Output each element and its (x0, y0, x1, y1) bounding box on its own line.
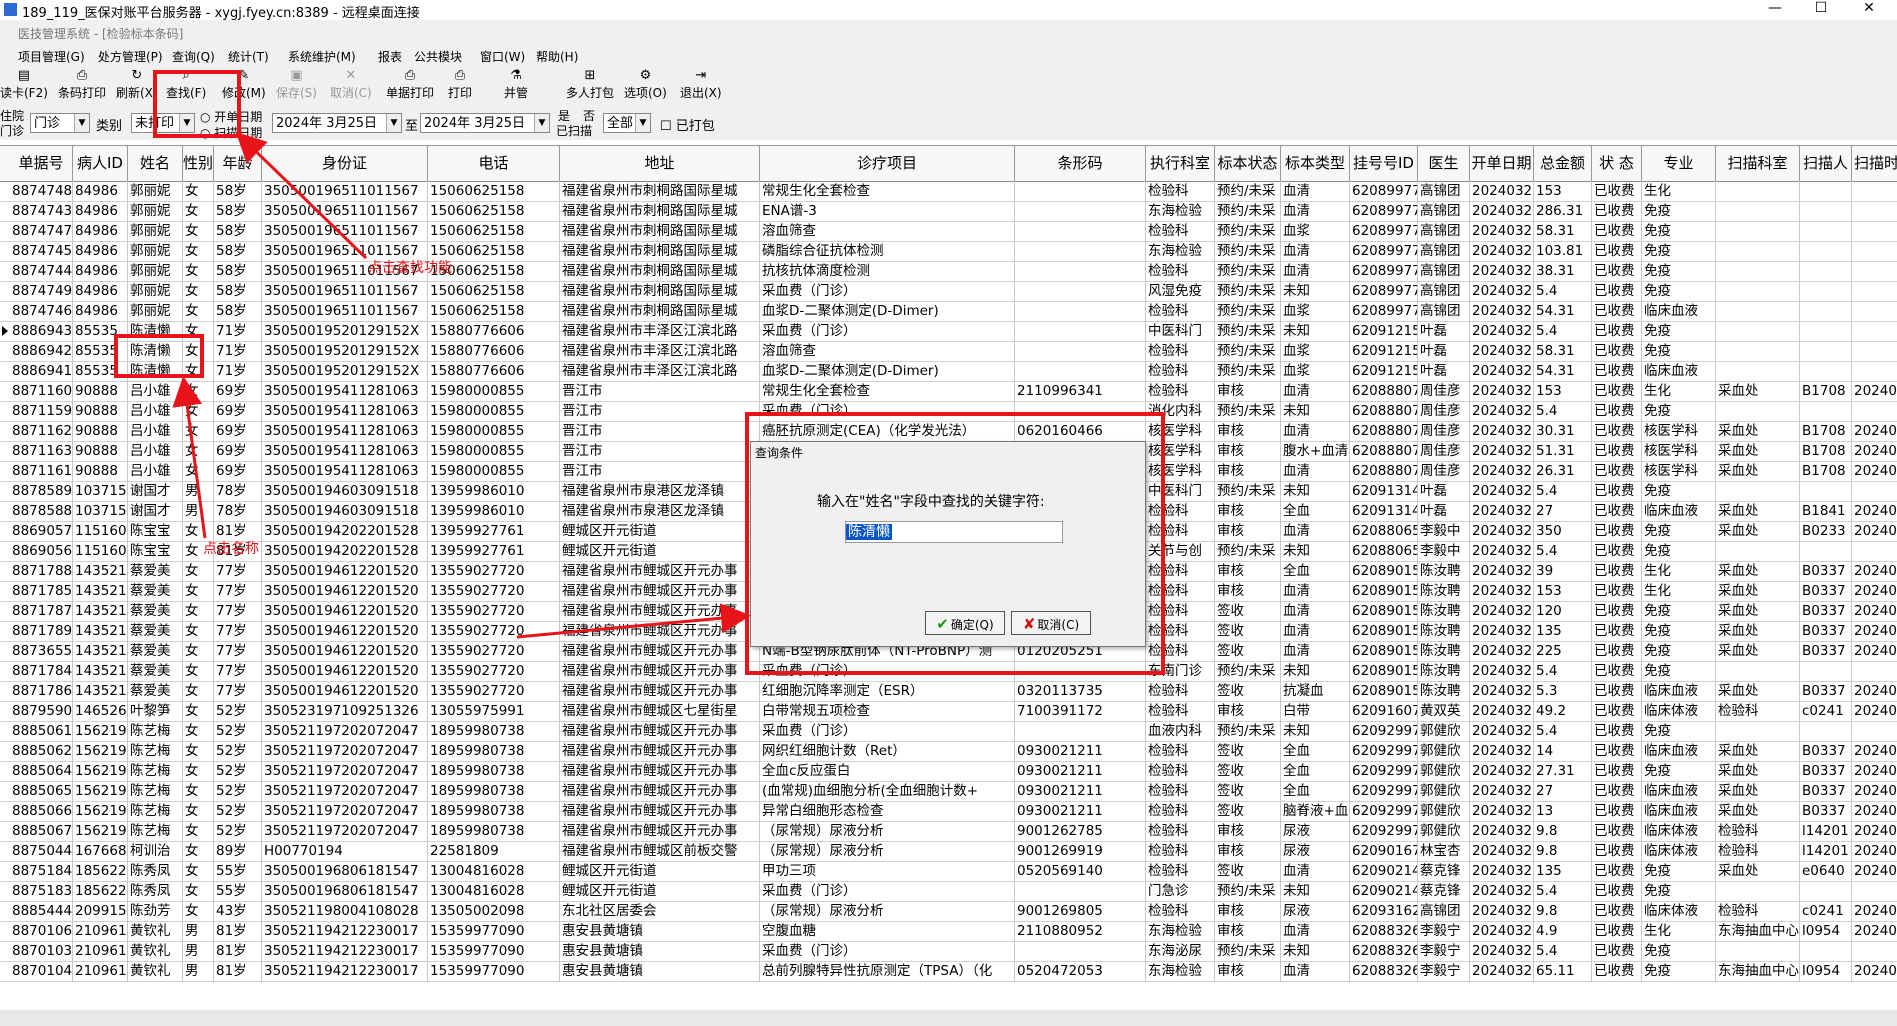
search-keyword-value: 陈清懒 (846, 524, 892, 540)
ok-button[interactable]: ✔ 确定(Q) (925, 611, 1005, 635)
arrow-to-name (172, 376, 207, 539)
check-icon: ✔ (936, 615, 949, 633)
dialog-title: 查询条件 (755, 446, 804, 460)
dialog-prompt: 输入在"姓名"字段中查找的关键字符: (817, 494, 1045, 510)
close-icon: ✘ (1022, 615, 1036, 633)
arrow-to-dialog (516, 603, 751, 639)
search-keyword-input[interactable]: 陈清懒 (845, 521, 1063, 543)
arrow-to-find (235, 131, 368, 260)
search-dialog: 查询条件 输入在"姓名"字段中查找的关键字符: 陈清懒 ✔ 确定(Q) ✘ 取消(C… (750, 441, 1146, 647)
cancel-button[interactable]: ✘ 取消(C) (1011, 611, 1091, 635)
